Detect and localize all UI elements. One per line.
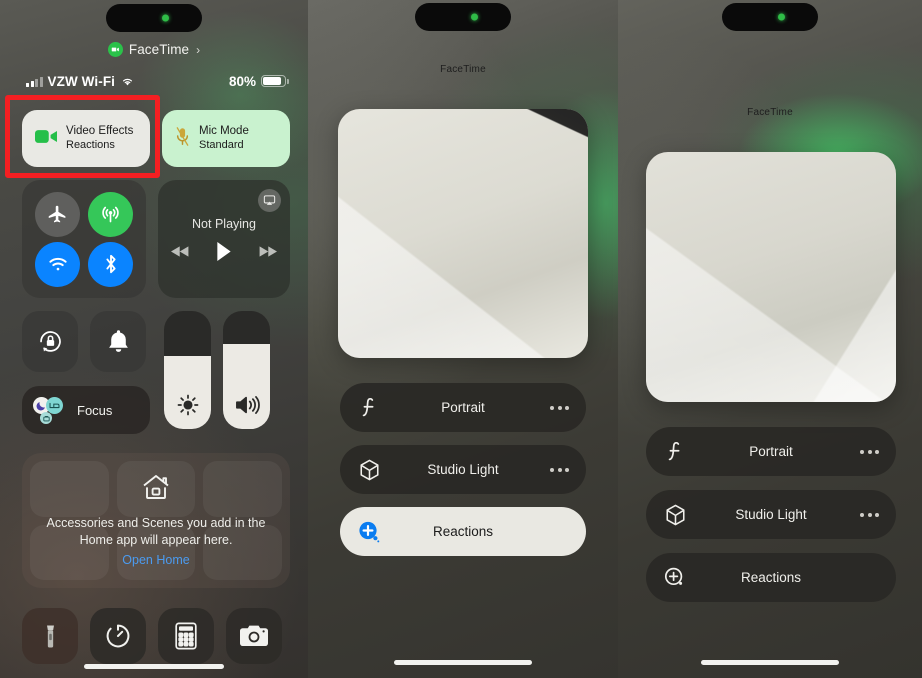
camera-in-use-indicator [162, 14, 169, 22]
camera-in-use-indicator [778, 13, 785, 21]
camera-preview[interactable] [338, 109, 588, 358]
wifi-button[interactable] [35, 241, 80, 287]
wifi-icon [123, 78, 132, 86]
video-effects-tile[interactable]: Video Effects Reactions [22, 110, 150, 167]
cellular-data-button[interactable] [88, 191, 133, 237]
panel-video-effects-reactions-on: FaceTime Portrait Studio Light Reactions [308, 0, 618, 678]
cellular-signal-icon [26, 76, 43, 87]
status-bar-right: 80% [228, 73, 289, 89]
home-accessories-card: Accessories and Scenes you add in the Ho… [22, 453, 290, 588]
mic-mode-text: Mic Mode Standard [199, 125, 249, 152]
reactions-plus-bubble-icon [357, 520, 381, 544]
fast-forward-icon[interactable] [258, 245, 277, 258]
volume-fill [223, 344, 270, 429]
dynamic-island [106, 4, 202, 32]
brightness-slider[interactable] [164, 311, 211, 429]
now-playing-title: Not Playing [192, 217, 256, 231]
bluetooth-button[interactable] [88, 241, 133, 287]
volume-icon [223, 394, 270, 416]
home-card-content: Accessories and Scenes you add in the Ho… [44, 453, 269, 567]
camera-preview-image [646, 152, 896, 402]
mic-slash-icon [175, 126, 190, 151]
camera-preview[interactable] [646, 152, 896, 402]
brightness-icon [164, 394, 211, 416]
silent-mode-button[interactable] [90, 311, 146, 372]
bed-icon [46, 397, 63, 414]
chevron-right-icon: › [196, 42, 201, 57]
video-camera-icon [35, 129, 57, 149]
mic-mode-tile[interactable]: Mic Mode Standard [162, 110, 290, 167]
carrier-label: VZW Wi-Fi [47, 73, 116, 89]
battery-percent-label: 80% [228, 73, 256, 89]
video-effects-subtitle: Reactions [66, 138, 115, 151]
video-effects-option-list: Portrait Studio Light Reactions [340, 383, 586, 556]
option-studio-light[interactable]: Studio Light [646, 490, 896, 539]
option-studio-light[interactable]: Studio Light [340, 445, 586, 494]
shortcuts-row [22, 608, 290, 664]
rotation-lock-button[interactable] [22, 311, 78, 372]
option-portrait[interactable]: Portrait [340, 383, 586, 432]
connectivity-module [22, 180, 146, 298]
option-portrait[interactable]: Portrait [646, 427, 896, 476]
home-indicator[interactable] [394, 660, 532, 665]
airplay-icon[interactable] [258, 189, 281, 212]
camera-button[interactable] [226, 608, 282, 664]
calculator-button[interactable] [158, 608, 214, 664]
app-name-label: FaceTime [440, 64, 486, 75]
video-camera-icon [107, 42, 123, 57]
camera-preview-image [338, 109, 588, 358]
panel-video-effects-reactions-off: FaceTime Portrait Studio Light Reactions [618, 0, 922, 678]
video-effects-option-list: Portrait Studio Light Reactions [646, 427, 896, 602]
volume-slider[interactable] [223, 311, 270, 429]
camera-in-use-indicator [471, 13, 478, 21]
option-more-menu[interactable] [860, 449, 879, 454]
connectivity-and-media-row: Not Playing [22, 180, 290, 298]
option-more-menu[interactable] [860, 512, 879, 517]
airplane-mode-button[interactable] [35, 191, 80, 237]
focus-label: Focus [77, 402, 113, 418]
studio-light-cube-icon [663, 504, 687, 526]
briefcase-icon [40, 412, 52, 424]
video-effects-text: Video Effects Reactions [66, 125, 133, 152]
video-effects-title: Video Effects [66, 125, 134, 137]
brightness-fill [164, 355, 211, 429]
dynamic-island [415, 3, 511, 31]
dynamic-island [722, 3, 818, 31]
studio-light-cube-icon [357, 459, 381, 481]
home-indicator[interactable] [701, 660, 839, 665]
option-more-menu[interactable] [550, 467, 569, 472]
media-controls [171, 242, 277, 261]
option-reactions[interactable]: Reactions [646, 553, 896, 602]
mic-mode-subtitle: Standard [199, 138, 244, 151]
focus-tile[interactable]: Focus [22, 386, 150, 434]
reactions-plus-bubble-icon [663, 566, 687, 590]
option-more-menu[interactable] [550, 405, 569, 410]
facetime-live-activity-pill[interactable]: FaceTime › [0, 42, 308, 57]
mic-mode-title: Mic Mode [199, 125, 249, 137]
facetime-pill-label: FaceTime [128, 42, 190, 57]
option-reactions[interactable]: Reactions [340, 507, 586, 556]
home-card-message: Accessories and Scenes you add in the Ho… [46, 516, 266, 547]
conversation-tiles-row: Video Effects Reactions Mic Mode Standar… [22, 110, 290, 167]
now-playing-module[interactable]: Not Playing [158, 180, 290, 298]
sliders-group [164, 311, 270, 429]
panel-control-center: FaceTime › VZW Wi-Fi 80% Video Effects R… [0, 0, 308, 678]
status-bar-left: VZW Wi-Fi [26, 74, 135, 89]
portrait-f-icon [357, 397, 381, 418]
open-home-link[interactable]: Open Home [122, 553, 189, 567]
screenshot-stage: FaceTime › VZW Wi-Fi 80% Video Effects R… [0, 0, 922, 678]
focus-icon-cluster [33, 395, 67, 425]
play-icon[interactable] [216, 242, 232, 261]
portrait-f-icon [663, 441, 687, 462]
home-indicator[interactable] [84, 664, 224, 669]
home-icon [141, 473, 171, 506]
battery-icon [261, 74, 289, 88]
timer-button[interactable] [90, 608, 146, 664]
status-bar: VZW Wi-Fi 80% [26, 71, 289, 91]
app-name-label: FaceTime [747, 107, 793, 118]
flashlight-button[interactable] [22, 608, 78, 664]
rewind-icon[interactable] [171, 245, 190, 258]
